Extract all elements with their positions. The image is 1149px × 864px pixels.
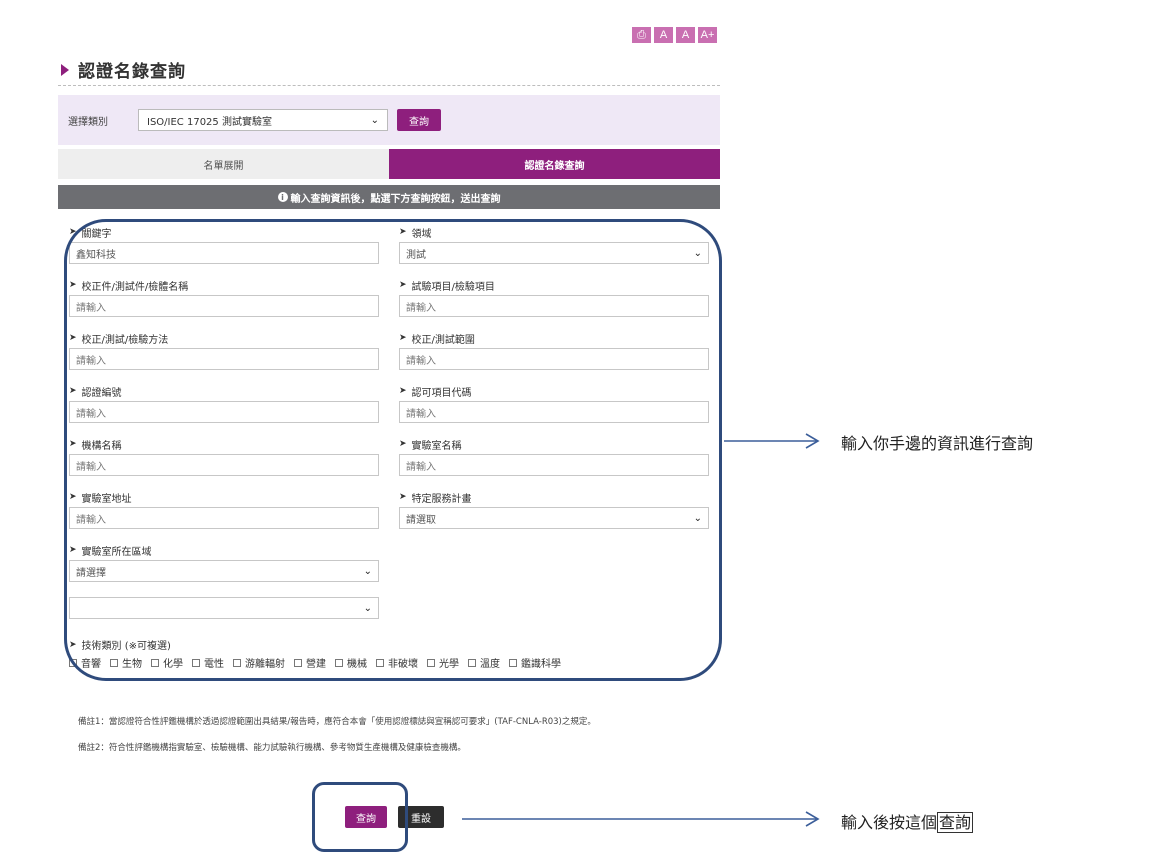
form-highlight-ring [64, 219, 722, 681]
tab-directory-search[interactable]: 認證名錄查詢 [389, 149, 720, 179]
arrow-right-icon [462, 811, 820, 827]
chevron-down-icon: ⌄ [370, 114, 379, 126]
notice-text: 輸入查詢資訊後，點選下方查詢按鈕，送出查詢 [290, 193, 501, 205]
tab-list-expand[interactable]: 名單展開 [58, 149, 389, 179]
instruction-notice: i 輸入查詢資訊後，點選下方查詢按鈕，送出查詢 [58, 185, 720, 209]
info-icon: i [277, 192, 288, 202]
screenshot-stage: ⎙ A A A+ 認證名錄查詢 選擇類別 ISO/IEC 17025 測試實驗室… [0, 0, 1149, 864]
title-marker-icon [58, 63, 72, 77]
print-icon[interactable]: ⎙ [632, 27, 651, 43]
annotation-input-hint: 輸入你手邊的資訊進行查詢 [841, 434, 1034, 453]
footnote-2: 備註2：符合性評鑑機構指實驗室、檢驗機構、能力試驗執行機構、參考物質生產機構及健… [78, 743, 466, 753]
annotation-query-hint: 輸入後按這個 查詢 [841, 809, 974, 833]
footnotes: 備註1：當認證符合性評鑑機構於透過認證範圍出具結果/報告時，應符合本會「使用認證… [78, 714, 718, 766]
tab-bar: 名單展開 認證名錄查詢 [58, 149, 720, 179]
page-title: 認證名錄查詢 [78, 62, 186, 82]
category-query-button[interactable]: 查詢 [397, 109, 441, 131]
category-bar: 選擇類別 ISO/IEC 17025 測試實驗室 ⌄ 查詢 [58, 95, 720, 145]
font-medium-icon[interactable]: A [676, 27, 695, 43]
annotation-query-hint-boxed: 查詢 [937, 812, 974, 833]
font-small-icon[interactable]: A [654, 27, 673, 43]
category-label: 選擇類別 [68, 116, 108, 128]
font-size-toolbar: ⎙ A A A+ [632, 27, 717, 43]
page-header: 認證名錄查詢 [58, 54, 720, 86]
font-large-icon[interactable]: A+ [698, 27, 717, 43]
annotation-query-hint-prefix: 輸入後按這個 [841, 813, 938, 832]
footnote-1: 備註1：當認證符合性評鑑機構於透過認證範圍出具結果/報告時，應符合本會「使用認證… [78, 717, 596, 727]
arrow-right-icon [724, 433, 820, 449]
query-button-highlight-ring [312, 782, 408, 852]
category-selected-value: ISO/IEC 17025 測試實驗室 [147, 116, 272, 128]
category-select[interactable]: ISO/IEC 17025 測試實驗室 ⌄ [138, 109, 388, 131]
